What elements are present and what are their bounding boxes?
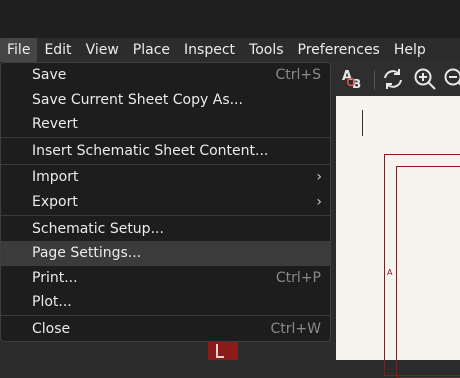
- shortcut-label: Ctrl+S: [275, 63, 321, 88]
- menu-item-save[interactable]: Save Ctrl+S: [1, 63, 330, 88]
- menu-item-label: Save Current Sheet Copy As...: [32, 92, 243, 108]
- shortcut-label: Ctrl+P: [276, 266, 321, 291]
- menu-item-export[interactable]: Export ›: [1, 190, 330, 215]
- refresh-icon[interactable]: [380, 66, 406, 92]
- menu-edit[interactable]: Edit: [37, 38, 78, 62]
- menu-help[interactable]: Help: [387, 38, 433, 62]
- zoom-out-icon[interactable]: [442, 66, 460, 92]
- menu-item-import[interactable]: Import ›: [1, 165, 330, 190]
- menu-item-page-settings[interactable]: Page Settings...: [1, 241, 330, 266]
- menu-item-revert[interactable]: Revert: [1, 112, 330, 137]
- shortcut-label: Ctrl+W: [271, 317, 321, 342]
- menu-item-label: Insert Schematic Sheet Content...: [32, 143, 268, 159]
- toolbar: A B: [330, 62, 460, 96]
- menu-item-schematic-setup[interactable]: Schematic Setup...: [1, 217, 330, 242]
- chevron-right-icon: ›: [316, 165, 322, 190]
- menu-item-save-copy[interactable]: Save Current Sheet Copy As...: [1, 88, 330, 113]
- chevron-right-icon: ›: [316, 190, 322, 215]
- menu-item-insert-sheet[interactable]: Insert Schematic Sheet Content...: [1, 139, 330, 164]
- menu-item-label: Revert: [32, 116, 78, 132]
- zoom-in-icon[interactable]: [412, 66, 438, 92]
- menu-tools[interactable]: Tools: [242, 38, 291, 62]
- sheet-border-letter: A: [387, 268, 392, 277]
- toolbar-separator: [374, 70, 375, 90]
- menu-preferences[interactable]: Preferences: [291, 38, 387, 62]
- file-menu-dropdown: Save Ctrl+S Save Current Sheet Copy As..…: [0, 62, 331, 342]
- menu-item-label: Save: [32, 67, 66, 83]
- menu-item-label: Export: [32, 194, 78, 210]
- window-titlebar: [0, 0, 460, 38]
- left-toolbar-button[interactable]: [208, 340, 238, 360]
- menu-item-label: Plot...: [32, 294, 72, 310]
- menu-place[interactable]: Place: [126, 38, 177, 62]
- menu-inspect[interactable]: Inspect: [177, 38, 242, 62]
- sheet-border-inner: [396, 166, 460, 378]
- menu-item-close[interactable]: Close Ctrl+W: [1, 317, 330, 342]
- menu-item-plot[interactable]: Plot...: [1, 290, 330, 315]
- menu-item-label: Print...: [32, 270, 78, 286]
- cursor-line: [362, 110, 363, 136]
- menubar: File Edit View Place Inspect Tools Prefe…: [0, 38, 460, 62]
- pin-icon-foot: [216, 356, 224, 358]
- menu-item-label: Import: [32, 169, 78, 185]
- menu-item-label: Page Settings...: [32, 245, 141, 261]
- text-style-icon[interactable]: A B: [340, 66, 366, 92]
- menu-item-label: Schematic Setup...: [32, 221, 164, 237]
- menu-view[interactable]: View: [79, 38, 126, 62]
- menu-file[interactable]: File: [0, 38, 37, 62]
- menu-item-label: Close: [32, 321, 70, 337]
- menu-item-print[interactable]: Print... Ctrl+P: [1, 266, 330, 291]
- schematic-canvas[interactable]: A: [336, 96, 460, 360]
